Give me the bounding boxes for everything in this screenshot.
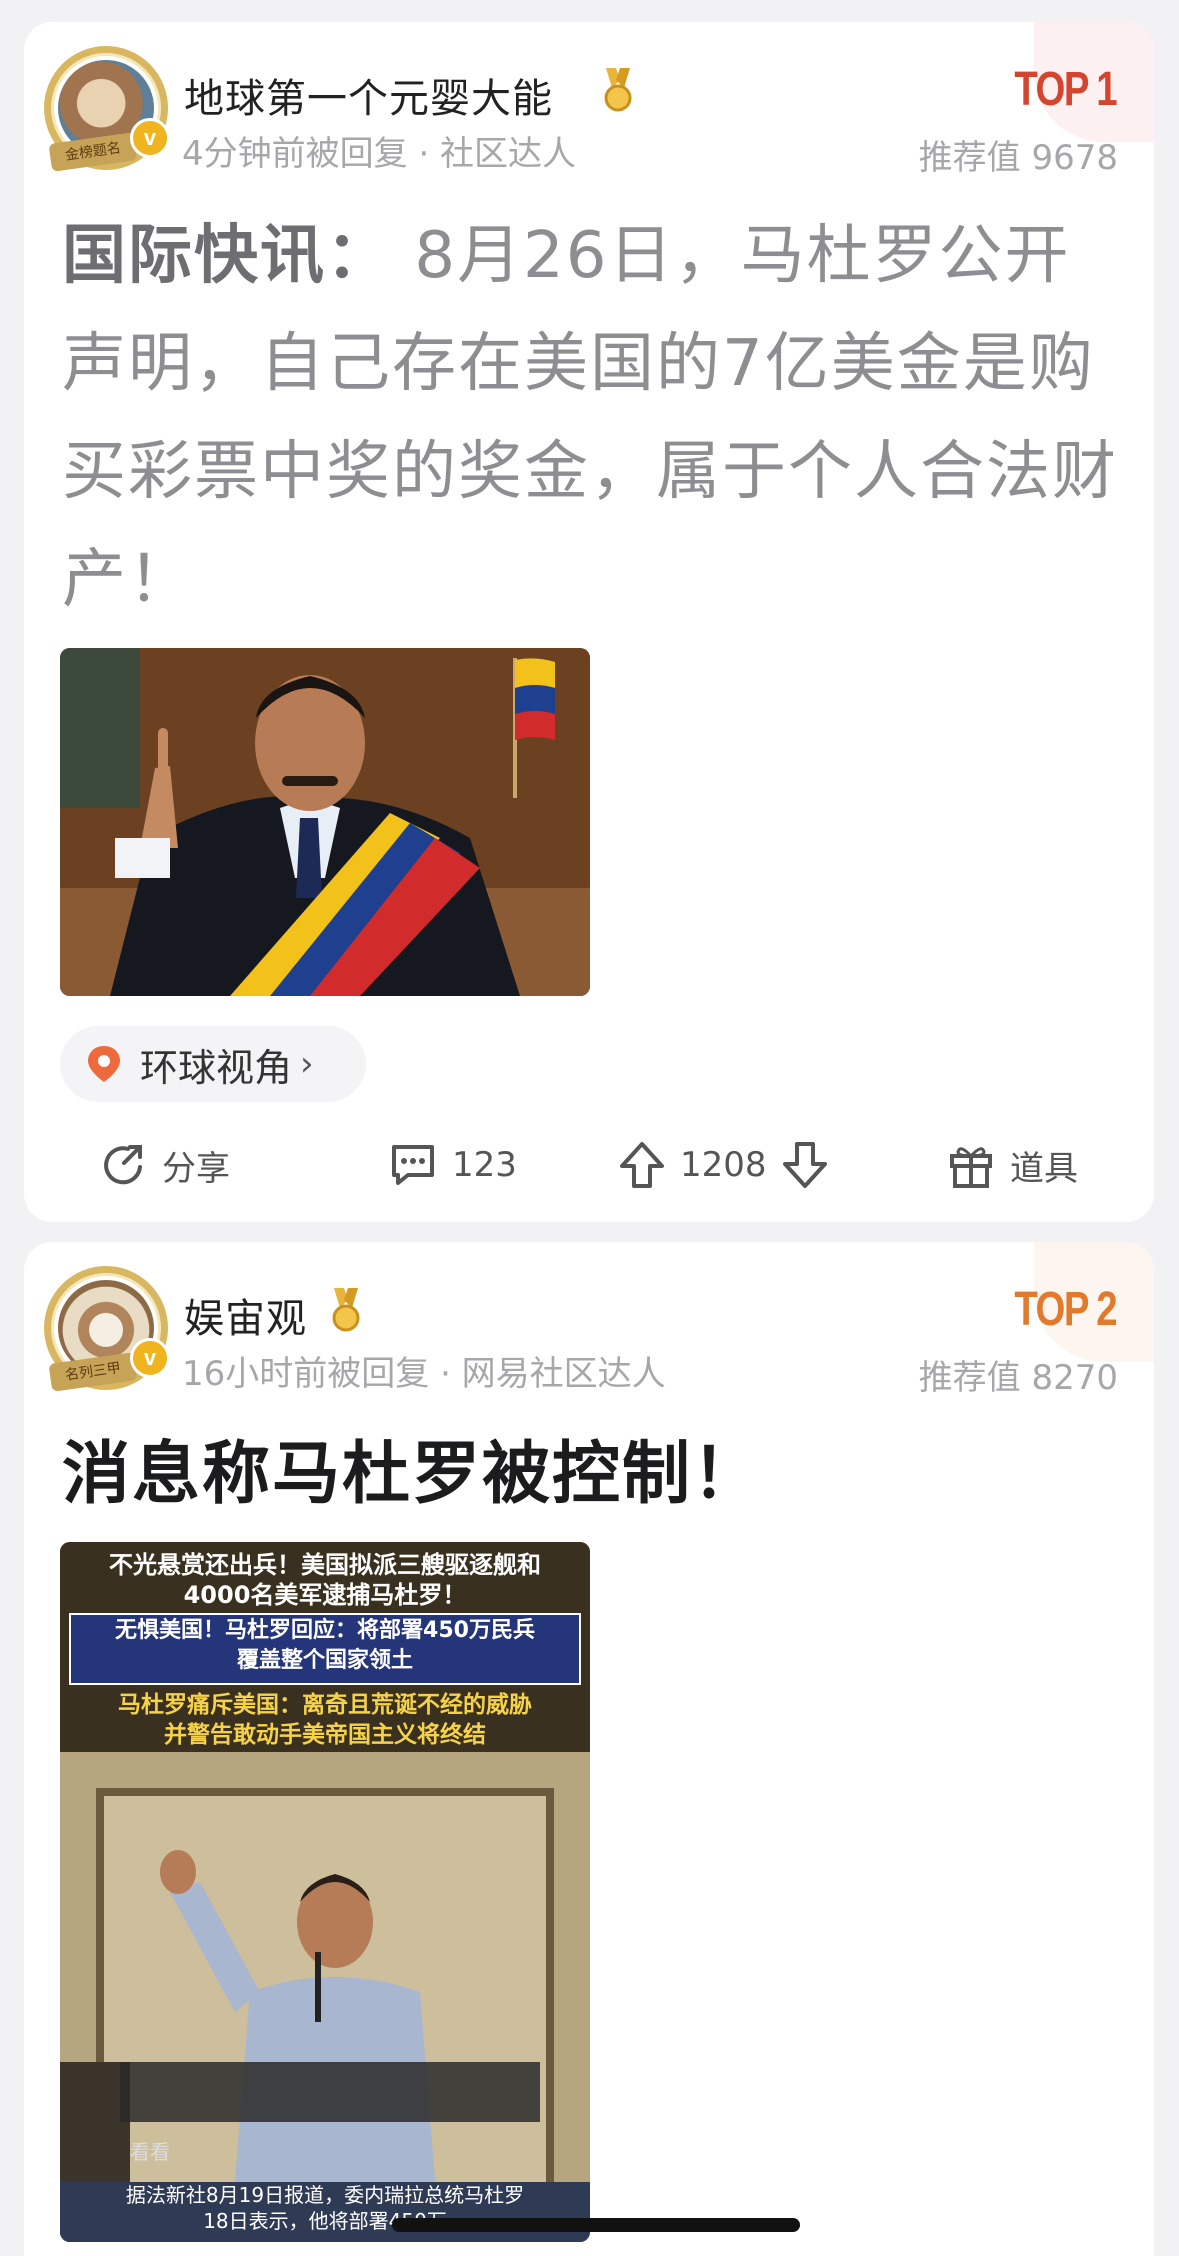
image-caption-line: 覆盖整个国家领土 <box>236 1648 413 1673</box>
verified-badge-icon: v <box>130 118 170 158</box>
image-caption-top: 不光悬赏还出兵！美国拟派三艘驱逐舰和 4000名美军逮捕马杜罗！ <box>60 1550 590 1610</box>
share-icon <box>104 1145 142 1185</box>
props-label: 道具 <box>1010 1148 1078 1189</box>
post-text[interactable]: 国际快讯： 8月26日，马杜罗公开声明，自己存在美国的7亿美金是购买彩票中奖的奖… <box>62 202 1122 634</box>
verified-badge-icon: v <box>130 1338 170 1378</box>
image-caption-line: 无惧美国！马杜罗回应：将部署450万民兵 <box>115 1618 535 1643</box>
comment-icon <box>392 1145 434 1185</box>
post-card-1[interactable]: 金榜题名 v 地球第一个元婴大能 4分钟前被回复 · 社区达人 TOP 1 推荐… <box>24 22 1154 1222</box>
location-pin-icon <box>88 1046 120 1082</box>
share-button[interactable]: 分享 <box>100 1141 230 1190</box>
post-title[interactable]: 消息称马杜罗被控制！ <box>62 1418 762 1517</box>
recommend-score: 推荐值 8270 <box>918 1358 1118 1398</box>
image-caption-yellow: 马杜罗痛斥美国：离奇且荒诞不经的威胁 并警告敢动手美帝国主义将终结 <box>60 1690 590 1750</box>
image-watch-label: 看看 <box>130 2140 170 2164</box>
props-button[interactable]: 道具 <box>946 1140 1078 1190</box>
upvote-icon[interactable] <box>618 1140 666 1190</box>
post-image[interactable]: 不光悬赏还出兵！美国拟派三艘驱逐舰和 4000名美军逮捕马杜罗！ 无惧美国！马杜… <box>60 1542 590 2242</box>
gift-icon <box>950 1147 992 1188</box>
comment-button[interactable]: 123 <box>388 1141 517 1189</box>
home-indicator[interactable] <box>392 2218 800 2232</box>
comment-count: 123 <box>452 1145 517 1185</box>
downvote-icon[interactable] <box>781 1140 829 1190</box>
chevron-right-icon: › <box>300 1044 314 1084</box>
topic-tag-label: 环球视角 <box>140 1045 293 1090</box>
action-bar: 分享 123 1208 道具 <box>24 1120 1154 1210</box>
username[interactable]: 地球第一个元婴大能 <box>184 66 553 124</box>
post-card-2[interactable]: 名列三甲 v 娱宙观 16小时前被回复 · 网易社区达人 TOP 2 推荐值 8… <box>24 1242 1154 2256</box>
post-image[interactable] <box>60 648 590 996</box>
recommend-score: 推荐值 9678 <box>918 138 1118 178</box>
vote-group: 1208 <box>618 1140 843 1190</box>
image-caption-line: 马杜罗痛斥美国：离奇且荒诞不经的威胁 <box>118 1692 532 1718</box>
image-caption-line: 不光悬赏还出兵！美国拟派三艘驱逐舰和 <box>109 1551 541 1579</box>
post-text-bold: 国际快讯： <box>62 219 392 293</box>
post-meta: 16小时前被回复 · 网易社区达人 <box>182 1354 666 1394</box>
share-label: 分享 <box>162 1148 230 1189</box>
medal-icon <box>332 1288 360 1332</box>
image-caption-box: 无惧美国！马杜罗回应：将部署450万民兵 覆盖整个国家领土 <box>70 1616 580 1676</box>
vote-count: 1208 <box>680 1145 767 1185</box>
topic-tag[interactable]: 环球视角 › <box>60 1026 366 1102</box>
username[interactable]: 娱宙观 <box>184 1286 307 1344</box>
image-caption-line: 据法新社8月19日报道，委内瑞拉总统马杜罗 <box>125 2183 525 2207</box>
image-caption-line: 并警告敢动手美帝国主义将终结 <box>164 1722 486 1748</box>
rank-label: TOP 2 <box>1014 1283 1117 1336</box>
medal-icon <box>604 68 632 112</box>
post-image-illustration <box>60 648 590 996</box>
image-caption-line: 4000名美军逮捕马杜罗！ <box>183 1581 467 1609</box>
post-meta: 4分钟前被回复 · 社区达人 <box>182 134 577 174</box>
rank-label: TOP 1 <box>1014 63 1117 116</box>
